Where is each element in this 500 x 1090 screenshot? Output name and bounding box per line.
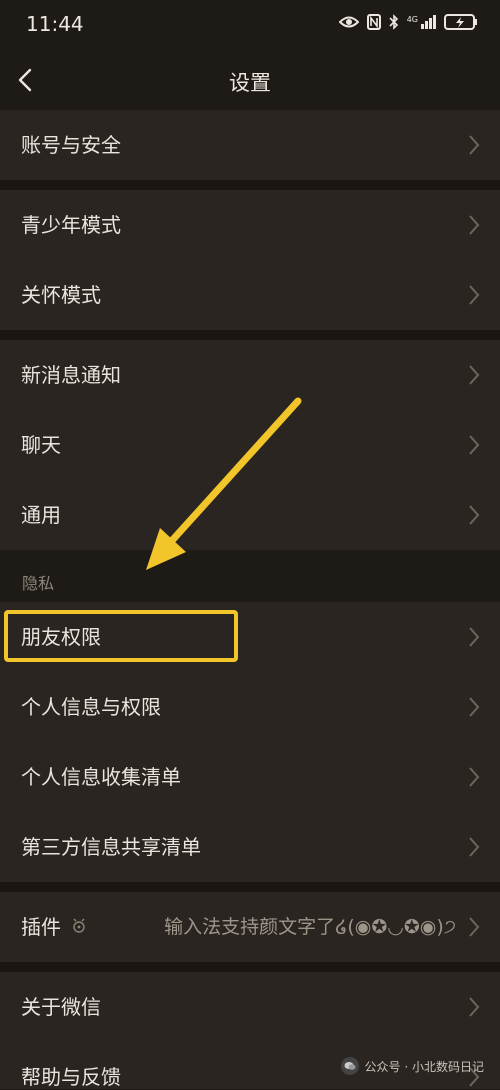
chevron-right-icon <box>469 767 480 787</box>
highlight-box <box>4 610 238 662</box>
bluetooth-icon <box>389 14 398 30</box>
nav-bar: 设置 <box>0 50 500 110</box>
group-divider <box>0 180 500 190</box>
settings-row-personal-info-collection-list[interactable]: 个人信息收集清单 <box>0 742 500 812</box>
chevron-right-icon <box>469 697 480 717</box>
chevron-right-icon <box>469 365 480 385</box>
row-label: 个人信息收集清单 <box>21 765 181 789</box>
row-label: 第三方信息共享清单 <box>21 835 201 859</box>
row-label: 个人信息与权限 <box>21 695 161 719</box>
chevron-right-icon <box>469 435 480 455</box>
row-label: 帮助与反馈 <box>21 1065 121 1089</box>
chevron-right-icon <box>469 135 480 155</box>
signal-icon: 4G <box>407 15 436 29</box>
chevron-right-icon <box>469 505 480 525</box>
settings-row-youth-mode[interactable]: 青少年模式 <box>0 190 500 260</box>
settings-row-plugins[interactable]: 插件 输入法支持颜文字了໒(◉✪◡✪◉)੭ <box>0 892 500 962</box>
group-divider <box>0 882 500 892</box>
row-label: 关于微信 <box>21 995 101 1019</box>
settings-row-personal-info-permissions[interactable]: 个人信息与权限 <box>0 672 500 742</box>
eye-icon <box>338 16 359 28</box>
status-time: 11:44 <box>26 12 84 36</box>
chevron-right-icon <box>469 917 480 937</box>
section-label-privacy: 隐私 <box>22 574 55 593</box>
battery-icon <box>444 14 477 30</box>
settings-row-care-mode[interactable]: 关怀模式 <box>0 260 500 330</box>
status-bar: 11:44 4G <box>0 0 500 50</box>
settings-row-about-wechat[interactable]: 关于微信 <box>0 972 500 1042</box>
settings-row-new-message-notification[interactable]: 新消息通知 <box>0 340 500 410</box>
row-label: 聊天 <box>21 433 61 457</box>
row-label: 插件 <box>21 915 61 939</box>
network-type: 4G <box>406 15 418 24</box>
watermark: 公众号 · 小北数码日记 <box>340 1057 484 1075</box>
row-label: 关怀模式 <box>21 283 101 307</box>
status-icons: 4G <box>338 13 478 31</box>
settings-row-third-party-sharing-list[interactable]: 第三方信息共享清单 <box>0 812 500 882</box>
chevron-right-icon <box>469 215 480 235</box>
settings-row-general[interactable]: 通用 <box>0 480 500 550</box>
group-divider <box>0 330 500 340</box>
watermark-text: 公众号 · 小北数码日记 <box>364 1059 484 1074</box>
row-label: 通用 <box>21 503 61 527</box>
wechat-icon <box>340 1057 359 1075</box>
group-divider <box>0 962 500 972</box>
chevron-right-icon <box>469 627 480 647</box>
row-label: 账号与安全 <box>21 133 121 157</box>
chevron-right-icon <box>469 285 480 305</box>
row-label: 青少年模式 <box>21 213 121 237</box>
row-label: 新消息通知 <box>21 363 121 387</box>
nfc-icon <box>366 14 381 30</box>
plugin-icon <box>73 918 85 933</box>
page-title: 设置 <box>229 71 271 95</box>
settings-row-chat[interactable]: 聊天 <box>0 410 500 480</box>
chevron-right-icon <box>469 997 480 1017</box>
settings-row-account-security[interactable]: 账号与安全 <box>0 110 500 180</box>
plugins-value: 输入法支持颜文字了໒(◉✪◡✪◉)੭ <box>164 916 456 938</box>
chevron-right-icon <box>469 837 480 857</box>
